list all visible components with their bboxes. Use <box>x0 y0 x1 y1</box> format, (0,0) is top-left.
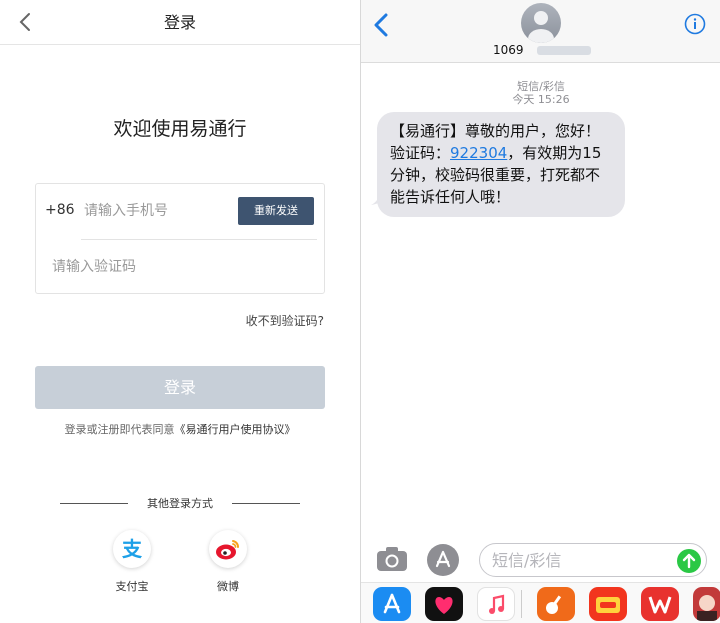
form-divider <box>81 239 317 240</box>
message-input[interactable] <box>479 543 707 577</box>
heart-app-icon[interactable] <box>425 587 463 621</box>
verification-code-link[interactable]: 922304 <box>450 144 507 162</box>
divider-line-right <box>232 503 300 504</box>
back-chevron-icon[interactable] <box>371 12 393 38</box>
app-drawer-icon[interactable] <box>427 544 459 576</box>
alipay-glyph: 支 <box>122 537 143 561</box>
contact-avatar[interactable] <box>521 3 561 43</box>
sender-number-redacted <box>537 46 591 55</box>
music-icon[interactable] <box>477 587 515 621</box>
photo-app-icon[interactable] <box>693 587 720 621</box>
alipay-icon: 支 <box>113 530 151 568</box>
app-store-icon[interactable] <box>373 587 411 621</box>
login-nav-bar: 登录 <box>0 0 360 45</box>
phone-row: +86 重新发送 <box>36 184 324 239</box>
message-input-bar <box>361 539 720 581</box>
login-nav-title: 登录 <box>163 13 196 32</box>
country-code[interactable]: +86 <box>45 202 75 218</box>
bubble-tail <box>371 192 387 205</box>
login-screen: 登录 欢迎使用易通行 +86 重新发送 收不到验证码? 登录 登录或注册即代表同… <box>0 0 360 623</box>
sender-number[interactable]: 1069 <box>493 43 524 57</box>
alipay-login-button[interactable]: 支 支付宝 <box>102 530 162 594</box>
messages-nav-bar: 1069 <box>361 0 720 63</box>
send-arrow-icon[interactable] <box>677 549 701 573</box>
agreement-prefix: 登录或注册即代表同意 <box>64 423 175 436</box>
suning-app-icon[interactable] <box>589 587 627 621</box>
agreement-link[interactable]: 《易通行用户使用协议》 <box>175 423 296 436</box>
weibo-icon <box>209 530 247 568</box>
login-form: +86 重新发送 <box>35 183 325 294</box>
other-login-divider: 其他登录方式 <box>60 495 300 511</box>
verification-code-input[interactable] <box>52 254 292 280</box>
message-timestamp: 今天 15:26 <box>512 93 570 106</box>
screenshot-root: 登录 欢迎使用易通行 +86 重新发送 收不到验证码? 登录 登录或注册即代表同… <box>0 0 720 623</box>
guitar-app-icon[interactable] <box>537 587 575 621</box>
app-strip-separator <box>521 590 522 618</box>
imessage-app-strip <box>361 582 720 623</box>
info-icon[interactable] <box>684 13 706 35</box>
weibo-login-button[interactable]: 微博 <box>198 530 258 594</box>
welcome-heading: 欢迎使用易通行 <box>113 118 247 140</box>
wps-app-icon[interactable] <box>641 587 679 621</box>
alipay-label: 支付宝 <box>115 580 149 593</box>
phone-input[interactable] <box>84 198 224 224</box>
camera-icon[interactable] <box>375 544 409 574</box>
weibo-label: 微博 <box>217 580 239 593</box>
no-code-link[interactable]: 收不到验证码? <box>246 312 324 329</box>
resend-button[interactable]: 重新发送 <box>238 197 314 225</box>
person-silhouette-icon <box>528 11 554 43</box>
login-button[interactable]: 登录 <box>35 366 325 409</box>
agreement-text: 登录或注册即代表同意《易通行用户使用协议》 <box>0 421 360 437</box>
messages-screen: 1069 短信/彩信 今天 15:26 【易通行】尊敬的用户，您好！验证码：92… <box>360 0 720 623</box>
message-bubble[interactable]: 【易通行】尊敬的用户，您好！验证码：922304，有效期为15分钟，校验码很重要… <box>377 112 625 217</box>
